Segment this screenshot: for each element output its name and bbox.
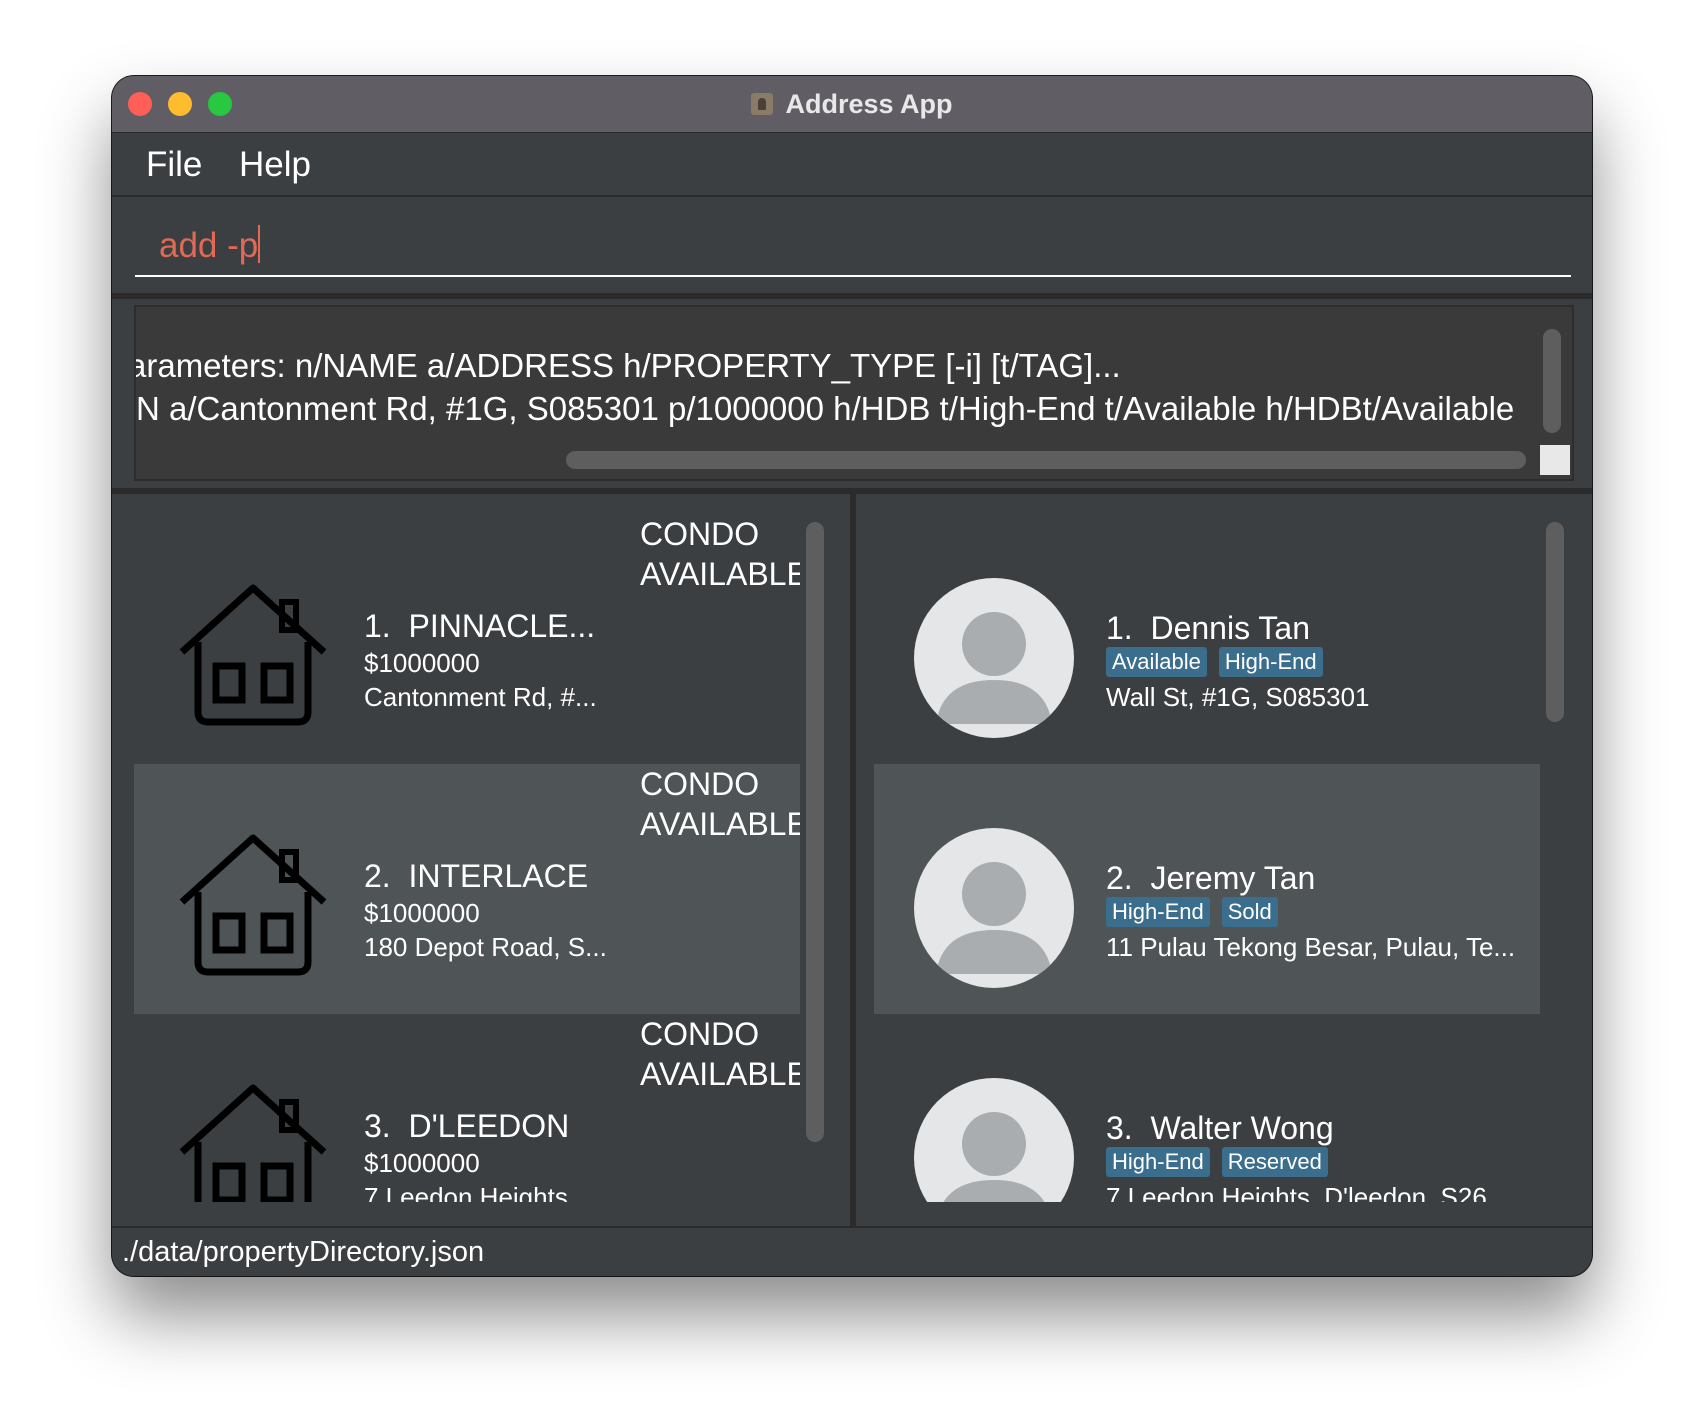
client-index: 1.	[1106, 610, 1133, 646]
app-icon	[751, 93, 774, 115]
property-type: CONDO	[640, 1016, 760, 1052]
property-address: Cantonment Rd, #...	[364, 682, 597, 712]
client-list: 1. Dennis Tan Available High-End Wall St…	[874, 514, 1540, 1202]
property-status: AVAILABLE	[640, 806, 800, 842]
client-card[interactable]: 2. Jeremy Tan High-End Sold 11 Pulau Tek…	[874, 764, 1540, 1014]
client-name: 1. Dennis Tan	[1106, 610, 1310, 647]
tag-reserved: Reserved	[1221, 1147, 1328, 1177]
command-input[interactable]: add -p	[135, 211, 1571, 277]
person-avatar-icon	[914, 578, 1074, 738]
property-status: AVAILABLE	[640, 1056, 800, 1092]
client-tags: High-End Reserved	[1106, 1147, 1340, 1177]
result-horizontal-scrollbar[interactable]	[566, 451, 1526, 469]
client-name: 3. Walter Wong	[1106, 1110, 1334, 1147]
tag-high-end: High-End	[1106, 897, 1210, 927]
client-card[interactable]: 3. Walter Wong High-End Reserved 7 Leedo…	[874, 1014, 1540, 1202]
property-address: 180 Depot Road, S...	[364, 932, 607, 962]
client-name-text: Jeremy Tan	[1150, 860, 1316, 896]
result-line-1: arameters: n/NAME a/ADDRESS h/PROPERTY_T…	[134, 347, 1121, 384]
client-index: 2.	[1106, 860, 1133, 896]
property-price: $1000000	[364, 648, 480, 678]
menu-file[interactable]: File	[146, 145, 202, 185]
client-index: 3.	[1106, 1110, 1133, 1146]
tag-high-end: High-End	[1106, 1147, 1210, 1177]
title-bar: Address App	[112, 76, 1592, 133]
property-name: 2. INTERLACE	[364, 858, 588, 895]
property-name: 1. PINNACLE...	[364, 608, 595, 645]
menu-help[interactable]: Help	[239, 145, 311, 185]
status-bar: ./data/propertyDirectory.json	[112, 1226, 1592, 1276]
command-box: add -p	[112, 197, 1592, 299]
client-address: 11 Pulau Tekong Besar, Pulau, Te...	[1106, 932, 1516, 962]
menu-bar: File Help	[112, 133, 1592, 197]
tag-sold: Sold	[1221, 897, 1278, 927]
property-name: 3. D'LEEDON	[364, 1108, 569, 1145]
house-icon	[179, 834, 327, 976]
tag-high-end: High-End	[1218, 647, 1323, 677]
client-list-scrollbar[interactable]	[1546, 522, 1564, 722]
property-list: CONDO AVAILABLE 1. PINNACLE... $1000000 …	[134, 514, 800, 1202]
app-window: Address App File Help add -p arameters: …	[112, 76, 1592, 1276]
property-name-text: D'LEEDON	[408, 1108, 570, 1144]
property-card[interactable]: CONDO AVAILABLE 2. INTERLACE $1000000 18…	[134, 764, 800, 1014]
result-display[interactable]: arameters: n/NAME a/ADDRESS h/PROPERTY_T…	[134, 305, 1574, 481]
property-index: 1.	[364, 608, 391, 644]
person-avatar-icon	[914, 828, 1074, 988]
client-name: 2. Jeremy Tan	[1106, 860, 1315, 897]
property-address: 7 Leedon Heights, ...	[364, 1182, 604, 1202]
client-address: 7 Leedon Heights, D'leedon, S26...	[1106, 1182, 1509, 1202]
person-avatar-icon	[914, 1078, 1074, 1202]
property-card[interactable]: CONDO AVAILABLE 1. PINNACLE... $1000000 …	[134, 514, 800, 764]
property-name-text: INTERLACE	[408, 858, 589, 894]
property-status: AVAILABLE	[640, 556, 800, 592]
client-address: Wall St, #1G, S085301	[1106, 682, 1370, 712]
client-name-text: Dennis Tan	[1150, 610, 1310, 646]
property-list-scrollbar[interactable]	[806, 522, 824, 1142]
property-type: CONDO	[640, 516, 760, 552]
property-index: 2.	[364, 858, 391, 894]
client-name-text: Walter Wong	[1150, 1110, 1334, 1146]
property-card[interactable]: CONDO AVAILABLE 3. D'LEEDON $1000000 7 L…	[134, 1014, 800, 1202]
client-tags: Available High-End	[1106, 647, 1335, 677]
house-icon	[179, 584, 327, 726]
text-caret	[258, 225, 261, 263]
property-price: $1000000	[364, 1148, 480, 1178]
command-text: add -p	[159, 226, 259, 265]
property-price: $1000000	[364, 898, 480, 928]
client-card[interactable]: 1. Dennis Tan Available High-End Wall St…	[874, 514, 1540, 764]
property-type: CONDO	[640, 766, 760, 802]
data-file-path: ./data/propertyDirectory.json	[122, 1236, 485, 1268]
window-title: Address App	[785, 88, 953, 119]
divider	[850, 494, 856, 1226]
result-vertical-scrollbar[interactable]	[1543, 329, 1561, 433]
property-name-text: PINNACLE...	[408, 608, 596, 644]
tag-available: Available	[1106, 647, 1207, 677]
house-icon	[179, 1084, 327, 1202]
scroll-corner	[1540, 445, 1570, 475]
property-index: 3.	[364, 1108, 391, 1144]
client-tags: High-End Sold	[1106, 897, 1290, 927]
result-line-2: N a/Cantonment Rd, #1G, S085301 p/100000…	[136, 390, 1515, 427]
